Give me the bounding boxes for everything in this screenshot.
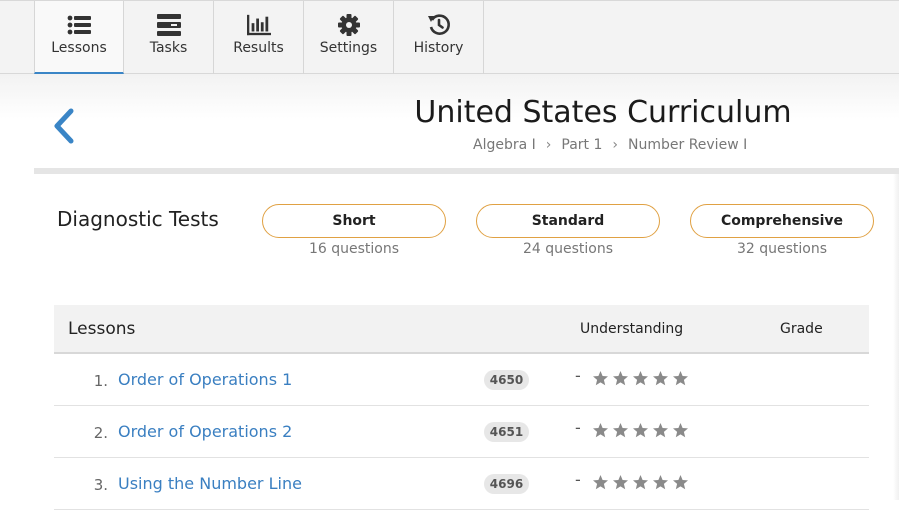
table-row: 1. Order of Operations 1 4650 -	[54, 354, 869, 406]
section-divider	[34, 168, 899, 174]
page-title: United States Curriculum	[414, 95, 792, 130]
lesson-link[interactable]: Order of Operations 1	[118, 370, 292, 389]
column-header-grade: Grade	[780, 321, 823, 337]
tab-label: Results	[233, 40, 284, 56]
question-count: 32 questions	[736, 241, 828, 257]
star-icon	[612, 422, 629, 439]
standard-test-button[interactable]: Standard	[476, 204, 660, 238]
short-test-button[interactable]: Short	[262, 204, 446, 238]
star-icon	[672, 422, 689, 439]
breadcrumb: Algebra I › Part 1 › Number Review I	[473, 137, 747, 153]
understanding-value: -	[575, 470, 581, 489]
star-icon	[652, 474, 669, 491]
lessons-table: Lessons Understanding Grade 1. Order of O…	[54, 305, 869, 510]
list-icon	[67, 13, 91, 37]
lesson-link[interactable]: Using the Number Line	[118, 474, 302, 493]
star-icon	[632, 474, 649, 491]
column-header-understanding: Understanding	[580, 321, 684, 337]
star-icon	[612, 474, 629, 491]
star-icon	[632, 370, 649, 387]
star-rating	[592, 474, 689, 491]
gear-icon	[337, 13, 361, 37]
lesson-code-badge: 4651	[484, 422, 529, 442]
star-icon	[612, 370, 629, 387]
chevron-left-icon[interactable]	[51, 108, 75, 144]
question-count: 24 questions	[522, 241, 614, 257]
diagnostic-test-comprehensive: Comprehensive 32 questions	[690, 204, 874, 257]
star-rating	[592, 370, 689, 387]
breadcrumb-item[interactable]: Part 1	[561, 137, 602, 153]
table-header: Lessons Understanding Grade	[54, 305, 869, 354]
lesson-link[interactable]: Order of Operations 2	[118, 422, 292, 441]
tab-results[interactable]: Results	[214, 1, 304, 74]
breadcrumb-item[interactable]: Number Review I	[628, 137, 747, 153]
star-icon	[672, 370, 689, 387]
star-icon	[592, 422, 609, 439]
lesson-number: 1.	[93, 372, 108, 390]
column-header-lessons: Lessons	[68, 319, 136, 339]
tab-settings[interactable]: Settings	[304, 1, 394, 74]
tab-history[interactable]: History	[394, 1, 484, 74]
tab-lessons[interactable]: Lessons	[34, 1, 124, 74]
star-icon	[672, 474, 689, 491]
breadcrumb-separator-icon: ›	[612, 137, 618, 153]
breadcrumb-item[interactable]: Algebra I	[473, 137, 536, 153]
lesson-number: 2.	[93, 424, 108, 442]
diagnostic-tests-title: Diagnostic Tests	[57, 207, 219, 231]
tab-tasks[interactable]: Tasks	[124, 1, 214, 74]
comprehensive-test-button[interactable]: Comprehensive	[690, 204, 874, 238]
star-icon	[592, 474, 609, 491]
bar-chart-icon	[246, 13, 271, 37]
lesson-code-badge: 4696	[484, 474, 529, 494]
breadcrumb-separator-icon: ›	[545, 137, 552, 153]
table-row: 2. Order of Operations 2 4651 -	[54, 406, 869, 458]
diagnostic-test-standard: Standard 24 questions	[476, 204, 660, 257]
lesson-number: 3.	[93, 476, 108, 494]
table-row: 3. Using the Number Line 4696 -	[54, 458, 869, 510]
star-icon	[652, 370, 669, 387]
understanding-value: -	[575, 418, 581, 437]
understanding-value: -	[575, 366, 581, 385]
tab-label: Tasks	[149, 40, 188, 56]
panel-edge	[893, 174, 899, 500]
top-nav: Lessons Tasks Results Settings History	[0, 0, 899, 74]
star-icon	[652, 422, 669, 439]
question-count: 16 questions	[308, 241, 400, 257]
star-icon	[592, 370, 609, 387]
tab-label: Settings	[319, 40, 378, 56]
diagnostic-test-short: Short 16 questions	[262, 204, 446, 257]
star-rating	[592, 422, 689, 439]
tab-label: History	[413, 40, 464, 56]
tab-label: Lessons	[51, 40, 107, 56]
lesson-code-badge: 4650	[484, 370, 529, 390]
tasks-icon	[156, 13, 181, 37]
history-icon	[427, 13, 451, 37]
star-icon	[632, 422, 649, 439]
